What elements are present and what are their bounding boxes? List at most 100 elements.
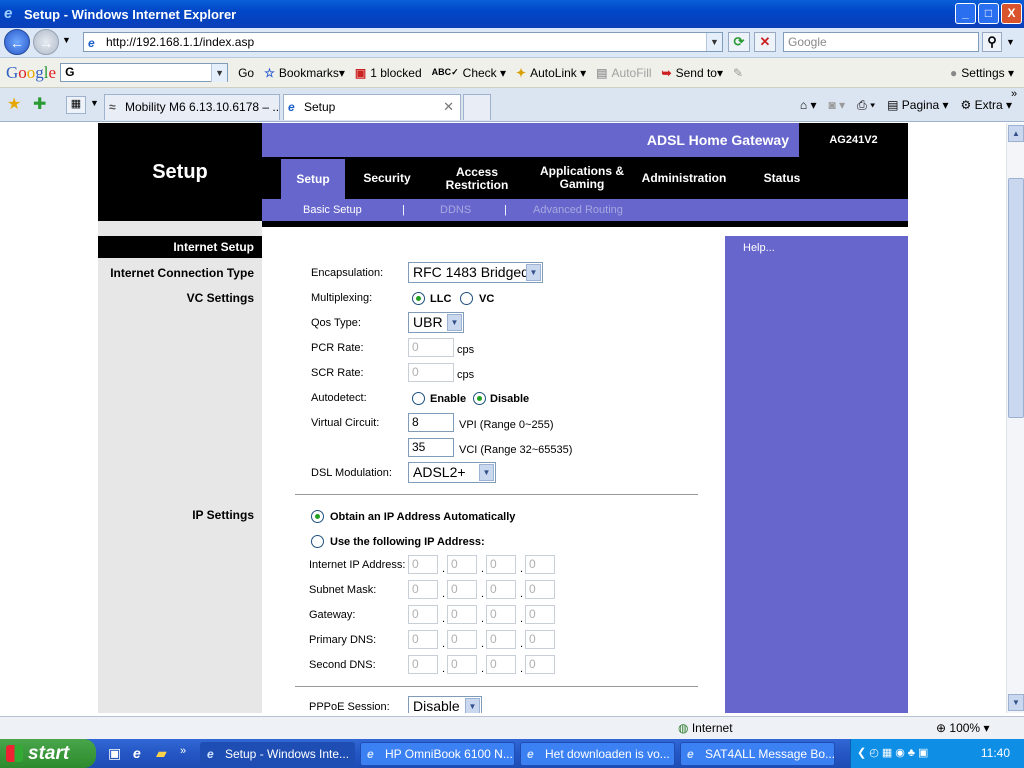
scrollbar-thumb[interactable] bbox=[1008, 178, 1024, 418]
home-icon[interactable]: ⌂ ▾ bbox=[800, 98, 817, 112]
search-options-icon[interactable]: ▼ bbox=[1006, 37, 1015, 47]
gateway-octet-3[interactable]: 0 bbox=[486, 605, 516, 624]
page-menu-button[interactable]: ▤ Pagina ▾ bbox=[887, 98, 948, 112]
tab-mobility[interactable]: ≈ Mobility M6 6.13.10.6178 – ... bbox=[104, 94, 280, 120]
forward-button[interactable]: → bbox=[33, 29, 59, 55]
zoom-level[interactable]: ⊕ 100% ▾ bbox=[936, 721, 989, 735]
scroll-down-icon[interactable]: ▼ bbox=[1008, 694, 1024, 711]
close-button[interactable]: X bbox=[1001, 3, 1022, 24]
pcr-rate-input[interactable]: 0 bbox=[408, 338, 454, 357]
nav-tab-access-restriction[interactable]: Access Restriction bbox=[427, 157, 527, 199]
taskbar-item-setup[interactable]: e Setup - Windows Inte... bbox=[200, 742, 355, 766]
refresh-icon[interactable]: ⟳ bbox=[728, 32, 750, 52]
go-button[interactable]: Go bbox=[238, 66, 254, 80]
tools-menu-button[interactable]: ⚙ Extra ▾ bbox=[961, 98, 1012, 112]
subnet-mask-octet-4[interactable]: 0 bbox=[525, 580, 555, 599]
minimize-button[interactable]: _ bbox=[955, 3, 976, 24]
scr-rate-input[interactable]: 0 bbox=[408, 363, 454, 382]
globe-icon: ◍ bbox=[678, 721, 689, 735]
second-dns-octet-3[interactable]: 0 bbox=[486, 655, 516, 674]
taskbar-item-sat4all[interactable]: e SAT4ALL Message Bo... bbox=[680, 742, 835, 766]
subnet-mask-octet-3[interactable]: 0 bbox=[486, 580, 516, 599]
internet-ip-octet-2[interactable]: 0 bbox=[447, 555, 477, 574]
google-search-dropdown-icon[interactable]: ▼ bbox=[211, 64, 228, 82]
gateway-octet-4[interactable]: 0 bbox=[525, 605, 555, 624]
tab-close-icon[interactable]: ✕ bbox=[443, 95, 454, 119]
subnet-mask-octet-1[interactable]: 0 bbox=[408, 580, 438, 599]
new-tab-button[interactable] bbox=[463, 94, 491, 120]
autodetect-enable-radio[interactable] bbox=[412, 392, 425, 405]
popup-blocker-button[interactable]: ▣ 1 blocked bbox=[355, 66, 422, 80]
autofill-button[interactable]: ▤ AutoFill bbox=[596, 66, 651, 80]
taskbar-item-hp-omnibook[interactable]: e HP OmniBook 6100 N... bbox=[360, 742, 515, 766]
vertical-scrollbar[interactable]: ▲ ▼ bbox=[1006, 123, 1024, 713]
gateway-octet-2[interactable]: 0 bbox=[447, 605, 477, 624]
dsl-modulation-select[interactable]: ADSL2+ ▼ bbox=[408, 462, 496, 483]
address-field[interactable]: e http://192.168.1.1/index.asp ▼ bbox=[83, 32, 723, 52]
second-dns-octet-2[interactable]: 0 bbox=[447, 655, 477, 674]
quicklaunch-folder-icon[interactable]: ▰ bbox=[156, 745, 167, 762]
nav-tab-status[interactable]: Status bbox=[747, 157, 817, 199]
enable-label: Enable bbox=[430, 393, 467, 405]
primary-dns-octet-2[interactable]: 0 bbox=[447, 630, 477, 649]
obtain-ip-radio[interactable] bbox=[311, 510, 324, 523]
bookmarks-button[interactable]: ☆ Bookmarks ▾ bbox=[264, 66, 345, 80]
vpi-input[interactable]: 8 bbox=[408, 413, 454, 432]
second-dns-octet-4[interactable]: 0 bbox=[525, 655, 555, 674]
pppoe-session-select[interactable]: Disable ▼ bbox=[408, 696, 482, 713]
settings-button[interactable]: ● Settings ▾ bbox=[950, 66, 1014, 80]
taskbar-item-downloaden[interactable]: e Het downloaden is vo... bbox=[520, 742, 675, 766]
nav-tab-applications-gaming[interactable]: Applications & Gaming bbox=[532, 157, 632, 199]
tray-icons[interactable]: ❮◴▦◉♣▣ bbox=[857, 746, 931, 759]
autodetect-disable-radio[interactable] bbox=[473, 392, 486, 405]
subnet-mask-octet-2[interactable]: 0 bbox=[447, 580, 477, 599]
internet-ip-octet-4[interactable]: 0 bbox=[525, 555, 555, 574]
quicklaunch-more-icon[interactable]: » bbox=[180, 745, 186, 757]
header-divider bbox=[262, 221, 908, 227]
vc-radio[interactable] bbox=[460, 292, 473, 305]
search-input[interactable]: Google bbox=[783, 32, 979, 52]
subnav-advanced-routing[interactable]: Advanced Routing bbox=[533, 204, 623, 216]
qos-type-select[interactable]: UBR ▼ bbox=[408, 312, 464, 333]
internet-ip-octet-1[interactable]: 0 bbox=[408, 555, 438, 574]
address-dropdown-icon[interactable]: ▼ bbox=[706, 33, 722, 51]
subnav-basic-setup[interactable]: Basic Setup bbox=[303, 204, 362, 216]
nav-tab-administration[interactable]: Administration bbox=[634, 157, 734, 199]
help-link[interactable]: Help... bbox=[743, 242, 775, 254]
quicklaunch-explorer-icon[interactable]: ▣ bbox=[108, 745, 121, 762]
autolink-button[interactable]: ✦ AutoLink ▾ bbox=[516, 66, 586, 80]
subnav-ddns[interactable]: DDNS bbox=[440, 204, 471, 216]
primary-dns-octet-1[interactable]: 0 bbox=[408, 630, 438, 649]
quick-tabs-icon[interactable]: ▦ bbox=[66, 96, 86, 114]
encapsulation-select[interactable]: RFC 1483 Bridged ▼ bbox=[408, 262, 543, 283]
google-search-input[interactable]: G ▼ bbox=[60, 63, 229, 82]
print-icon[interactable]: ⎙ ▾ bbox=[857, 98, 875, 113]
back-button[interactable]: ← bbox=[4, 29, 30, 55]
favorites-star-icon[interactable]: ★ bbox=[7, 94, 21, 114]
primary-dns-octet-3[interactable]: 0 bbox=[486, 630, 516, 649]
start-button[interactable]: start bbox=[0, 739, 96, 768]
internet-ip-octet-3[interactable]: 0 bbox=[486, 555, 516, 574]
stop-icon[interactable]: ✕ bbox=[754, 32, 776, 52]
nav-tab-security[interactable]: Security bbox=[352, 157, 422, 199]
feeds-icon[interactable]: ◙ ▾ bbox=[829, 98, 846, 112]
tab-setup[interactable]: e Setup ✕ bbox=[283, 94, 461, 120]
search-icon[interactable]: ⚲ bbox=[982, 32, 1002, 52]
llc-radio[interactable] bbox=[412, 292, 425, 305]
quicklaunch-ie-icon[interactable]: e bbox=[133, 745, 141, 761]
second-dns-octet-1[interactable]: 0 bbox=[408, 655, 438, 674]
scroll-up-icon[interactable]: ▲ bbox=[1008, 125, 1024, 142]
maximize-button[interactable]: □ bbox=[978, 3, 999, 24]
vci-input[interactable]: 35 bbox=[408, 438, 454, 457]
spellcheck-button[interactable]: ABC✓ Check ▾ bbox=[432, 66, 506, 80]
add-favorites-icon[interactable]: ✚ bbox=[33, 94, 46, 114]
recent-pages-dropdown-icon[interactable]: ▼ bbox=[62, 35, 71, 45]
send-to-button[interactable]: ➥ Send to ▾ bbox=[662, 66, 723, 80]
static-ip-radio[interactable] bbox=[311, 535, 324, 548]
nav-tab-setup[interactable]: Setup bbox=[281, 159, 345, 199]
gateway-octet-1[interactable]: 0 bbox=[408, 605, 438, 624]
tab-list-dropdown-icon[interactable]: ▼ bbox=[90, 98, 99, 108]
more-commands-icon[interactable]: » bbox=[1011, 88, 1017, 100]
primary-dns-octet-4[interactable]: 0 bbox=[525, 630, 555, 649]
highlight-icon[interactable]: ✎ bbox=[733, 66, 743, 80]
